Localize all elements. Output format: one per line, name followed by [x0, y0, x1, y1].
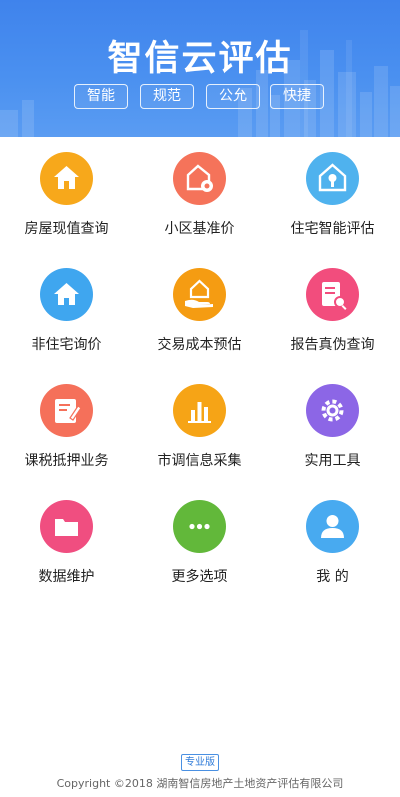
menu-item-label: 数据维护: [38, 569, 95, 585]
app-title: 智信云评估: [107, 39, 293, 79]
tag-standard: 规范: [140, 84, 194, 109]
menu-item-label: 市调信息采集: [157, 453, 242, 469]
menu-item-transaction-cost-estimate[interactable]: 交易成本预估: [133, 266, 266, 366]
house-coin-icon: [173, 152, 226, 205]
tag-intelligent: 智能: [74, 84, 128, 109]
tag-fair: 公允: [206, 84, 260, 109]
menu-item-label: 更多选项: [171, 569, 228, 585]
feature-tags: 智能 规范 公允 快捷: [74, 84, 326, 110]
edition-badge: 专业版: [181, 754, 219, 771]
menu-item-more-options[interactable]: 更多选项: [133, 498, 266, 598]
header-banner: 智信云评估 智能 规范 公允 快捷: [0, 0, 400, 137]
house-icon: [40, 152, 93, 205]
menu-item-label: 非住宅询价: [31, 337, 102, 353]
menu-item-non-residential-inquiry[interactable]: 非住宅询价: [0, 266, 133, 366]
bar-chart-icon: [173, 384, 226, 437]
tax-document-icon: [40, 384, 93, 437]
report-search-icon: [306, 268, 359, 321]
menu-item-label: 房屋现值查询: [24, 221, 109, 237]
menu-item-label: 实用工具: [304, 453, 361, 469]
menu-item-my-profile[interactable]: 我 的: [266, 498, 399, 598]
menu-item-tax-mortgage[interactable]: 课税抵押业务: [0, 382, 133, 482]
menu-item-label: 小区基准价: [164, 221, 235, 237]
menu-item-market-survey[interactable]: 市调信息采集: [133, 382, 266, 482]
menu-item-utility-tools[interactable]: 实用工具: [266, 382, 399, 482]
menu-item-community-base-price[interactable]: 小区基准价: [133, 150, 266, 250]
menu-item-report-verify[interactable]: 报告真伪查询: [266, 266, 399, 366]
menu-item-label: 交易成本预估: [157, 337, 242, 353]
user-icon: [306, 500, 359, 553]
menu-item-label: 住宅智能评估: [290, 221, 375, 237]
menu-item-house-value-query[interactable]: 房屋现值查询: [0, 150, 133, 250]
building-icon: [40, 268, 93, 321]
gear-icon: [306, 384, 359, 437]
tag-fast: 快捷: [270, 84, 324, 109]
menu-item-residential-smart-eval[interactable]: 住宅智能评估: [266, 150, 399, 250]
menu-item-label: 报告真伪查询: [290, 337, 375, 353]
menu-item-label: 课税抵押业务: [24, 453, 109, 469]
more-dots-icon: [173, 500, 226, 553]
menu-item-label: 我 的: [316, 569, 349, 585]
smart-house-icon: [306, 152, 359, 205]
hand-house-icon: [173, 268, 226, 321]
copyright-text: Copyright ©2018 湖南智信房地产土地资产评估有限公司: [56, 777, 344, 790]
folder-icon: [40, 500, 93, 553]
menu-item-data-maintenance[interactable]: 数据维护: [0, 498, 133, 598]
